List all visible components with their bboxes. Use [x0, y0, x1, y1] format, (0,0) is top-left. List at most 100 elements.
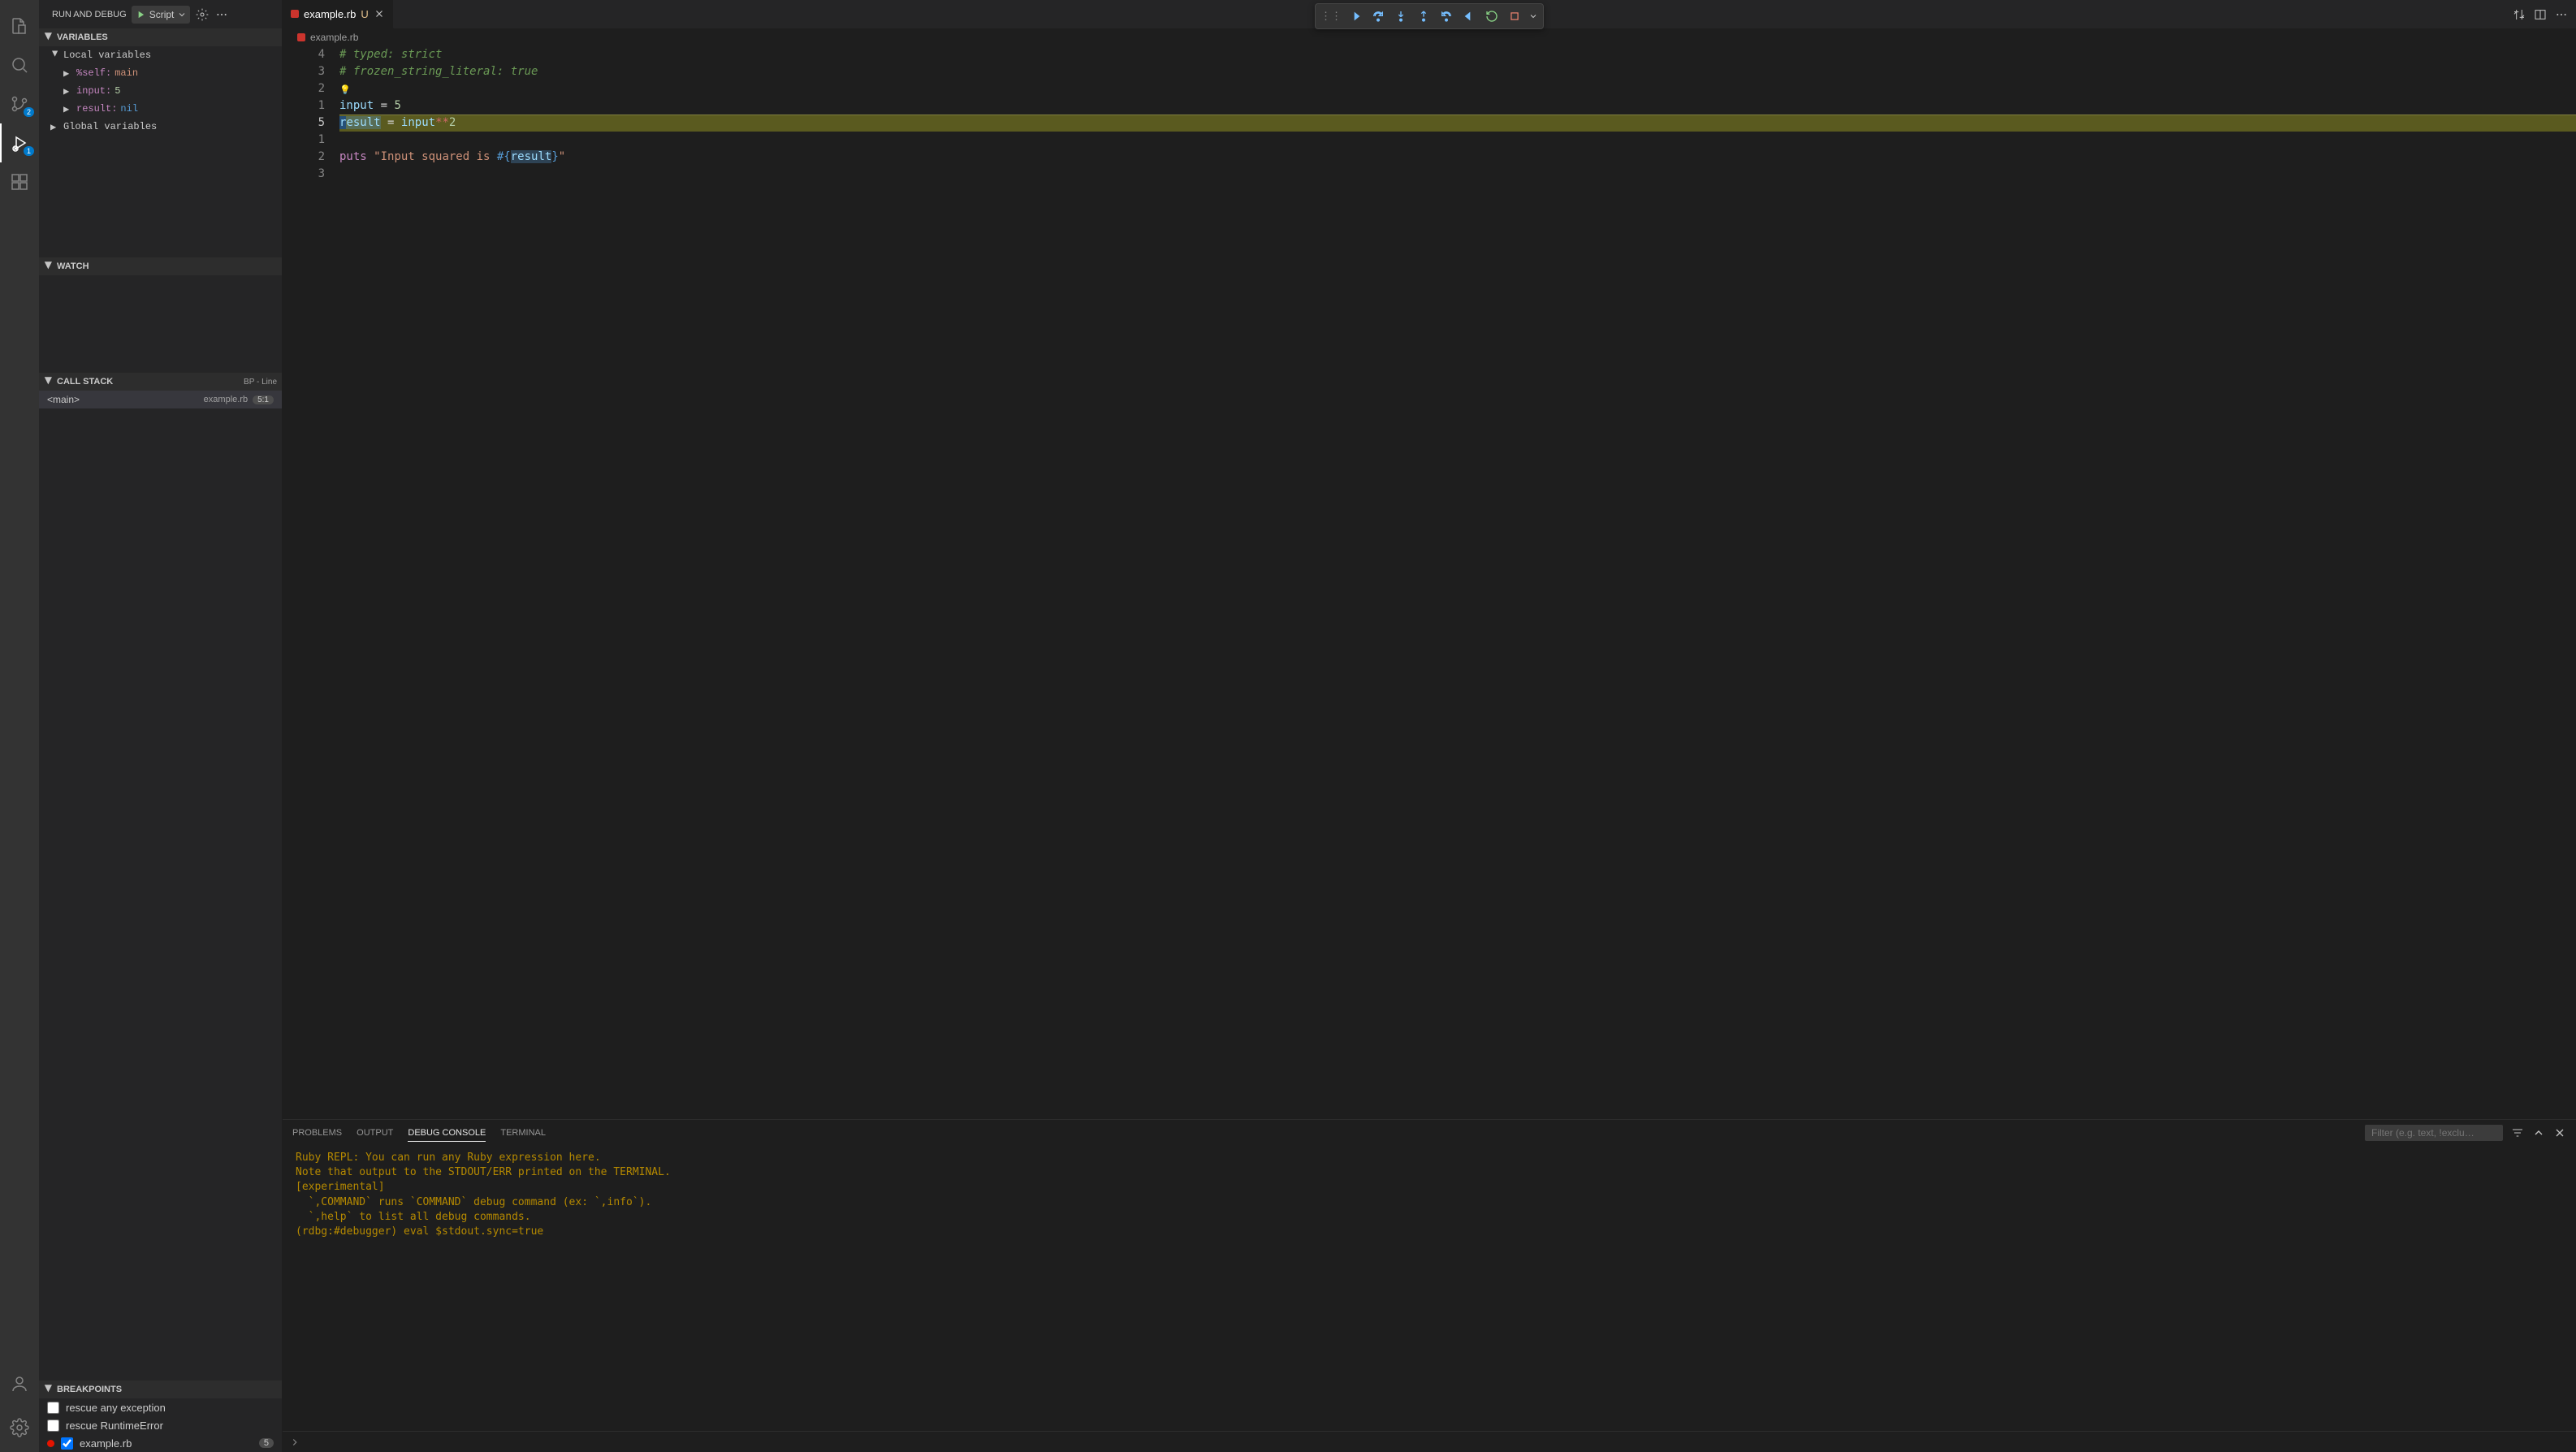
var-name: %self:	[76, 67, 111, 79]
var-name: result:	[76, 103, 117, 115]
chevron-right-icon: ▶	[63, 67, 73, 80]
drag-handle-icon[interactable]: ⋮⋮	[1319, 10, 1343, 23]
frame-name: <main>	[47, 394, 80, 405]
chevron-down-icon: ▶	[44, 1385, 54, 1394]
run-config-selector[interactable]: Script	[132, 6, 191, 24]
continue-button[interactable]	[1345, 6, 1366, 27]
breakpoint-label: rescue any exception	[66, 1402, 166, 1414]
var-value: nil	[120, 103, 138, 115]
variable-row[interactable]: ▶%self: main	[39, 64, 282, 82]
search-icon[interactable]	[0, 45, 39, 84]
stop-button[interactable]	[1504, 6, 1525, 27]
breakpoint-row[interactable]: rescue any exception	[39, 1398, 282, 1416]
callstack-title: CALL STACK	[57, 377, 113, 387]
tabbar-actions	[2513, 0, 2576, 28]
scope-label: Local variables	[63, 50, 151, 61]
chevron-down-icon[interactable]	[1527, 11, 1540, 21]
run-debug-icon[interactable]: 1	[0, 123, 39, 162]
explorer-icon[interactable]	[0, 6, 39, 45]
console-line: Note that output to the STDOUT/ERR print…	[296, 1165, 2563, 1180]
variables-title: VARIABLES	[57, 32, 108, 42]
panel-tab-debug-console[interactable]: DEBUG CONSOLE	[408, 1125, 486, 1142]
more-icon[interactable]	[2555, 8, 2568, 21]
breakpoint-row[interactable]: example.rb5	[39, 1434, 282, 1452]
close-panel-icon[interactable]	[2553, 1126, 2566, 1139]
activity-bar: 2 1	[0, 0, 39, 1452]
breakpoint-line: 5	[259, 1438, 274, 1448]
console-line: [experimental]	[296, 1180, 2563, 1195]
split-editor-icon[interactable]	[2534, 8, 2547, 21]
breakpoints-body: rescue any exception rescue RuntimeErrore…	[39, 1398, 282, 1452]
variables-section-header[interactable]: ▶ VARIABLES	[39, 28, 282, 46]
watch-body	[39, 275, 282, 373]
variable-row[interactable]: ▶input: 5	[39, 82, 282, 100]
code-content[interactable]: # typed: strict# frozen_string_literal: …	[339, 46, 2576, 1119]
chevron-right-icon: ▶	[63, 103, 73, 115]
compare-changes-icon[interactable]	[2513, 8, 2526, 21]
tab-bar: example.rb U ⋮⋮	[283, 0, 2576, 28]
breakpoints-section-header[interactable]: ▶ BREAKPOINTS	[39, 1381, 282, 1398]
breakpoint-row[interactable]: rescue RuntimeError	[39, 1416, 282, 1434]
stack-frame[interactable]: <main> example.rb 5:1	[39, 391, 282, 408]
variables-body: ▶ Local variables ▶%self: main▶input: 5▶…	[39, 46, 282, 257]
debug-console-input[interactable]	[283, 1431, 2576, 1452]
var-name: input:	[76, 85, 111, 97]
extensions-icon[interactable]	[0, 162, 39, 201]
debug-toolbar[interactable]: ⋮⋮	[1315, 3, 1544, 29]
local-variables-scope[interactable]: ▶ Local variables	[39, 46, 282, 64]
gutter[interactable]: 4321◗5123	[283, 46, 339, 1119]
debug-console-output[interactable]: Ruby REPL: You can run any Ruby expressi…	[283, 1146, 2576, 1431]
step-over-button[interactable]	[1368, 6, 1389, 27]
breakpoint-checkbox[interactable]	[47, 1402, 59, 1414]
chevron-up-icon[interactable]	[2532, 1126, 2545, 1139]
step-out-button[interactable]	[1413, 6, 1434, 27]
lightbulb-icon[interactable]: 💡	[339, 81, 351, 98]
watch-section-header[interactable]: ▶ WATCH	[39, 257, 282, 275]
sort-icon[interactable]	[2511, 1126, 2524, 1139]
source-control-icon[interactable]: 2	[0, 84, 39, 123]
accounts-icon[interactable]	[0, 1364, 39, 1403]
tab-example-rb[interactable]: example.rb U	[283, 0, 394, 28]
step-back-button[interactable]	[1436, 6, 1457, 27]
variable-row[interactable]: ▶result: nil	[39, 100, 282, 118]
callstack-section-header[interactable]: ▶ CALL STACK BP - Line	[39, 373, 282, 391]
callstack-extra: BP - Line	[244, 378, 277, 387]
filter-input[interactable]	[2365, 1125, 2503, 1141]
chevron-right-icon: ▶	[63, 85, 73, 97]
step-into-button[interactable]	[1390, 6, 1411, 27]
breakpoint-checkbox[interactable]	[47, 1420, 59, 1432]
reverse-button[interactable]	[1459, 6, 1480, 27]
chevron-down-icon: ▶	[44, 377, 54, 387]
scm-badge: 2	[24, 107, 34, 117]
chevron-down-icon: ▶	[50, 50, 62, 60]
panel-tab-terminal[interactable]: TERMINAL	[500, 1125, 546, 1142]
start-debug-icon[interactable]	[135, 9, 146, 20]
breakpoint-checkbox[interactable]	[61, 1437, 73, 1450]
sidebar-title: RUN AND DEBUG	[52, 10, 127, 19]
restart-button[interactable]	[1481, 6, 1502, 27]
console-line: `,help` to list all debug commands.	[296, 1210, 2563, 1225]
close-icon[interactable]	[374, 8, 385, 19]
panel-tabs: PROBLEMS OUTPUT DEBUG CONSOLE TERMINAL	[283, 1120, 2576, 1146]
config-name: Script	[149, 9, 175, 20]
panel-tab-output[interactable]: OUTPUT	[357, 1125, 393, 1142]
breadcrumb[interactable]: example.rb	[283, 28, 2576, 46]
var-value: 5	[115, 85, 120, 97]
more-icon[interactable]	[214, 8, 229, 21]
settings-gear-icon[interactable]	[0, 1408, 39, 1447]
global-variables-scope[interactable]: ▶ Global variables	[39, 118, 282, 136]
breakpoint-dot-icon	[47, 1440, 54, 1447]
bottom-panel: PROBLEMS OUTPUT DEBUG CONSOLE TERMINAL Ruby…	[283, 1119, 2576, 1452]
editor-area: example.rb U ⋮⋮ exampl	[283, 0, 2576, 1452]
console-line: Ruby REPL: You can run any Ruby expressi…	[296, 1151, 2563, 1165]
chevron-down-icon: ▶	[44, 261, 54, 271]
var-value: main	[115, 67, 138, 79]
ruby-file-icon	[291, 10, 299, 18]
sidebar-header: RUN AND DEBUG Script	[39, 0, 282, 28]
code-editor[interactable]: 4321◗5123 # typed: strict# frozen_string…	[283, 46, 2576, 1119]
gear-icon[interactable]	[195, 8, 210, 21]
chevron-down-icon[interactable]	[177, 10, 187, 19]
breakpoints-title: BREAKPOINTS	[57, 1385, 122, 1394]
panel-tab-problems[interactable]: PROBLEMS	[292, 1125, 342, 1142]
ruby-file-icon	[297, 33, 305, 41]
